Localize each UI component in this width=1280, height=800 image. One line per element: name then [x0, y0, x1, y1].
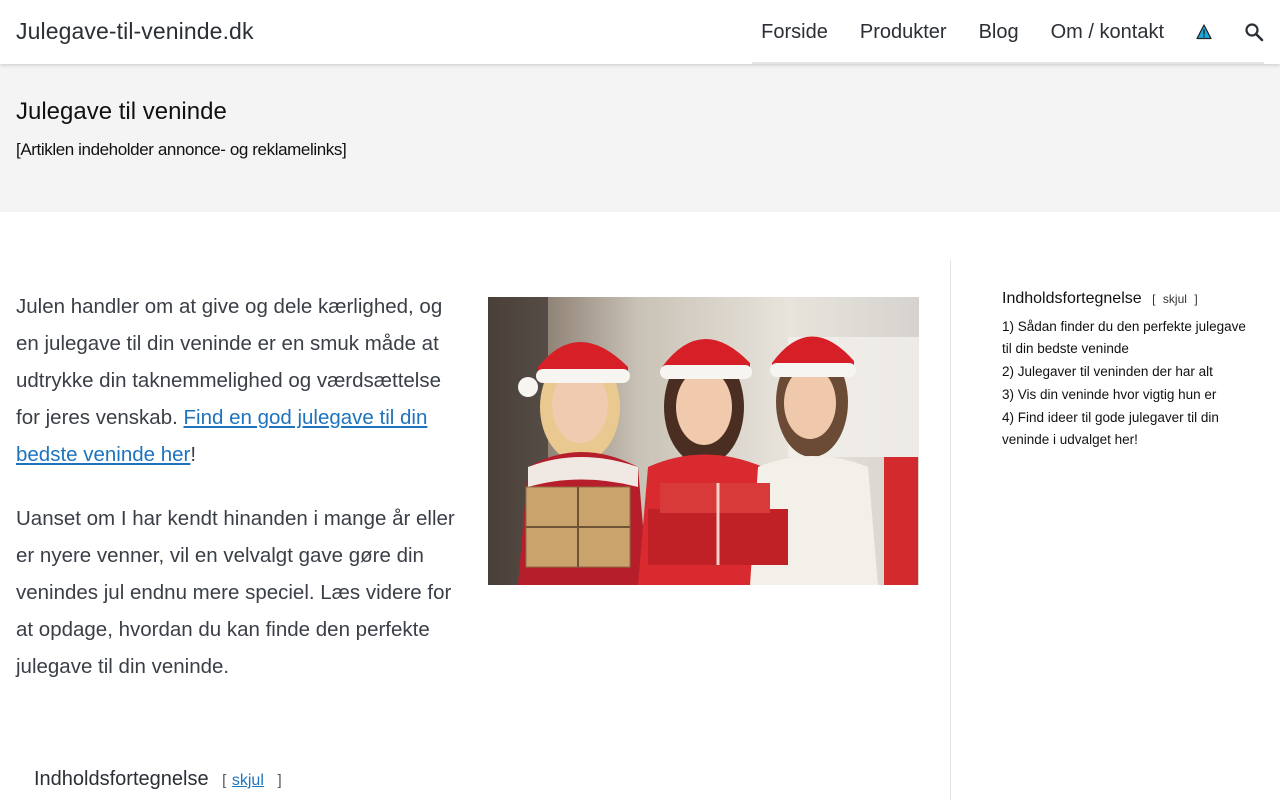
toc-inline: Indholdsfortegnelse [ skjul ] — [34, 768, 282, 791]
sidebar-toc-bracket-open: [ — [1152, 292, 1156, 306]
sidebar-toc-item[interactable]: 2) Julegaver til veninden der har alt — [1002, 361, 1252, 383]
ad-disclaimer: [Artiklen indeholder annonce- og reklame… — [16, 140, 347, 159]
site-header: Julegave-til-veninde.dk Forside Produkte… — [0, 0, 1280, 64]
sidebar-toc-list: 1) Sådan finder du den perfekte julegave… — [1002, 316, 1252, 451]
sidebar-toc-bracket-close: ] — [1194, 292, 1198, 306]
toc-inline-bracket-close: ] — [277, 772, 282, 789]
sidebar-divider — [950, 260, 951, 800]
intro-paragraph-2: Uanset om I har kendt hinanden i mange å… — [16, 507, 455, 678]
site-title[interactable]: Julegave-til-veninde.dk — [16, 18, 254, 45]
search-icon[interactable] — [1244, 22, 1264, 42]
page-title: Julegave til veninde — [16, 98, 227, 125]
nav-om-kontakt[interactable]: Om / kontakt — [1051, 21, 1164, 44]
sidebar-toc-item[interactable]: 4) Find ideer til gode julegaver til din… — [1002, 407, 1252, 451]
nav-produkter[interactable]: Produkter — [860, 21, 947, 44]
warning-icon[interactable] — [1196, 24, 1212, 40]
sidebar-toc: Indholdsfortegnelse [ skjul ] 1) Sådan f… — [1002, 290, 1252, 452]
intro-paragraph-1-end: ! — [190, 443, 197, 466]
sidebar-toc-item[interactable]: 3) Vis din veninde hvor vigtig hun er — [1002, 384, 1252, 406]
nav-blog[interactable]: Blog — [979, 21, 1019, 44]
intro-text: Julen handler om at give og dele kærligh… — [16, 288, 456, 712]
christmas-friends-image — [488, 297, 919, 585]
sidebar-toc-header: Indholdsfortegnelse [ skjul ] — [1002, 290, 1252, 308]
nav-underline — [752, 62, 1264, 64]
christmas-friends-illustration — [488, 297, 919, 585]
toc-inline-bracket-open: [ — [222, 772, 227, 789]
toc-inline-toggle[interactable]: skjul — [232, 772, 264, 789]
sidebar-toc-item[interactable]: 1) Sådan finder du den perfekte julegave… — [1002, 316, 1252, 360]
toc-inline-title: Indholdsfortegnelse — [34, 768, 209, 790]
main-content: Julen handler om at give og dele kærligh… — [0, 212, 950, 800]
page-hero: Julegave til veninde [Artiklen indeholde… — [0, 64, 1280, 212]
intro-paragraph-1: Julen handler om at give og dele kærligh… — [16, 288, 456, 473]
nav-forside[interactable]: Forside — [761, 21, 828, 44]
sidebar-toc-toggle[interactable]: skjul — [1163, 292, 1187, 306]
sidebar-toc-title: Indholdsfortegnelse — [1002, 290, 1142, 307]
main-nav: Forside Produkter Blog Om / kontakt — [761, 0, 1280, 64]
